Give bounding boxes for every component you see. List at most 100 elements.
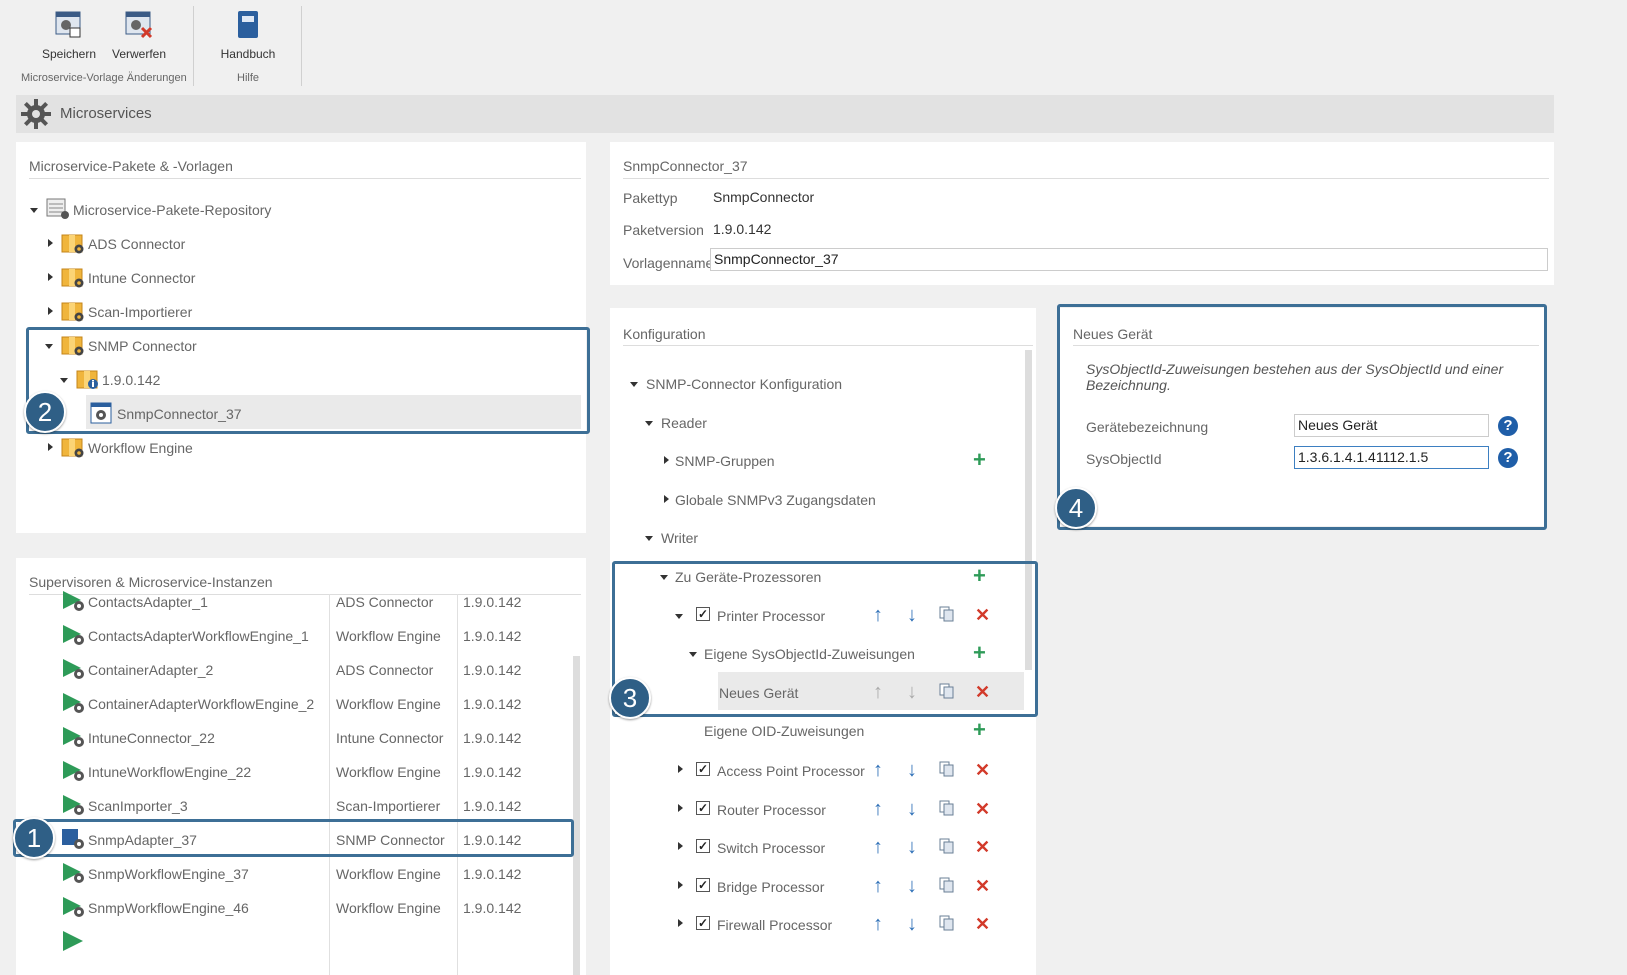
- expand-arrow[interactable]: [664, 456, 669, 464]
- move-down-button[interactable]: ↓: [907, 760, 917, 780]
- move-down-button[interactable]: ↓: [907, 799, 917, 819]
- config-own-oid[interactable]: Eigene OID-Zuweisungen: [704, 723, 864, 739]
- instance-name: IntuneWorkflowEngine_22: [88, 764, 252, 780]
- processor-label[interactable]: Access Point Processor: [717, 763, 865, 779]
- manual-button[interactable]: Handbuch: [218, 10, 278, 61]
- move-up-button[interactable]: ↑: [873, 760, 883, 780]
- expand-arrow[interactable]: [664, 495, 669, 503]
- add-snmp-group-button[interactable]: +: [973, 449, 986, 471]
- instance-type: Scan-Importierer: [336, 798, 441, 814]
- expand-arrow[interactable]: [630, 382, 638, 387]
- tree-item-workflow[interactable]: Workflow Engine: [88, 440, 193, 456]
- discard-icon: [125, 11, 153, 39]
- copy-icon[interactable]: [939, 800, 955, 816]
- package-version-label: Paketversion: [623, 222, 704, 238]
- group-label-help: Hilfe: [237, 72, 260, 84]
- scrollbar-track[interactable]: [573, 656, 580, 975]
- processor-label[interactable]: Switch Processor: [717, 840, 825, 856]
- instances-panel: Supervisoren & Microservice-Instanzen Co…: [16, 558, 586, 975]
- config-global-v3[interactable]: Globale SNMPv3 Zugangsdaten: [675, 492, 876, 508]
- packages-title: Microservice-Pakete & -Vorlagen: [29, 158, 233, 174]
- copy-icon[interactable]: [939, 915, 955, 931]
- table-row[interactable]: ContactsAdapterWorkflowEngine_1 Workflow …: [16, 619, 571, 653]
- instance-version: 1.9.0.142: [463, 696, 522, 712]
- move-down-button[interactable]: ↓: [907, 914, 917, 934]
- instance-name: ContainerAdapterWorkflowEngine_2: [88, 696, 315, 712]
- divider: [623, 345, 1033, 346]
- expand-arrow[interactable]: [678, 803, 683, 812]
- expand-arrow[interactable]: [678, 880, 683, 889]
- table-row[interactable]: ContainerAdapterWorkflowEngine_2 Workflow…: [16, 687, 571, 721]
- delete-button[interactable]: ✕: [975, 915, 990, 933]
- processor-label[interactable]: Bridge Processor: [717, 879, 824, 895]
- expand-arrow[interactable]: [30, 208, 38, 213]
- template-name-input[interactable]: SnmpConnector_37: [710, 248, 1548, 271]
- table-row[interactable]: ContactsAdapter_1 ADS Connector 1.9.0.142: [16, 585, 571, 619]
- instance-version: 1.9.0.142: [463, 594, 522, 610]
- expand-arrow[interactable]: [645, 536, 653, 541]
- instance-type: Intune Connector: [336, 730, 444, 746]
- tree-item-intune[interactable]: Intune Connector: [88, 270, 195, 286]
- instance-type: ADS Connector: [336, 662, 434, 678]
- processor-row[interactable]: ✓ Access Point Processor ↑ ↓ ✕: [610, 760, 1024, 798]
- instance-type: Workflow Engine: [336, 866, 441, 882]
- table-row[interactable]: SnmpWorkflowEngine_37 Workflow Engine 1.9.…: [16, 857, 571, 891]
- expand-arrow[interactable]: [48, 273, 53, 281]
- processor-label[interactable]: Firewall Processor: [717, 917, 832, 933]
- expand-arrow[interactable]: [678, 919, 683, 928]
- expand-arrow[interactable]: [678, 765, 683, 773]
- expand-arrow[interactable]: [48, 443, 53, 451]
- package-icon: [61, 268, 84, 288]
- config-snmp-groups[interactable]: SNMP-Gruppen: [675, 453, 775, 469]
- processor-checkbox[interactable]: ✓: [696, 800, 710, 815]
- callout-badge-2: 2: [24, 391, 66, 433]
- config-root[interactable]: SNMP-Connector Konfiguration: [646, 376, 842, 392]
- table-row[interactable]: ScanImporter_3 Scan-Importierer 1.9.0.142: [16, 789, 571, 823]
- copy-icon[interactable]: [939, 838, 955, 854]
- processor-row[interactable]: ✓ Switch Processor ↑ ↓ ✕: [610, 837, 1024, 875]
- move-up-button[interactable]: ↑: [873, 837, 883, 857]
- processor-row[interactable]: ✓ Bridge Processor ↑ ↓ ✕: [610, 876, 1024, 914]
- divider: [623, 178, 1549, 179]
- config-writer[interactable]: Writer: [661, 530, 698, 546]
- processor-row[interactable]: ✓ Router Processor ↑ ↓ ✕: [610, 799, 1024, 837]
- copy-icon[interactable]: [939, 761, 955, 777]
- config-reader[interactable]: Reader: [661, 415, 707, 431]
- move-up-button[interactable]: ↑: [873, 799, 883, 819]
- instance-version: 1.9.0.142: [463, 628, 522, 644]
- delete-button[interactable]: ✕: [975, 838, 990, 856]
- move-down-button[interactable]: ↓: [907, 876, 917, 896]
- processor-checkbox[interactable]: ✓: [696, 839, 710, 854]
- expand-arrow[interactable]: [48, 239, 53, 247]
- expand-arrow[interactable]: [48, 307, 53, 315]
- table-row[interactable]: IntuneWorkflowEngine_22 Workflow Engine 1.…: [16, 755, 571, 789]
- processor-checkbox[interactable]: ✓: [696, 762, 710, 776]
- move-down-button[interactable]: ↓: [907, 837, 917, 857]
- tree-item-scan[interactable]: Scan-Importierer: [88, 304, 192, 320]
- table-row[interactable]: ContainerAdapter_2 ADS Connector 1.9.0.142: [16, 653, 571, 687]
- move-up-button[interactable]: ↑: [873, 876, 883, 896]
- save-button[interactable]: Speichern: [40, 10, 98, 61]
- delete-button[interactable]: ✕: [975, 761, 990, 779]
- delete-button[interactable]: ✕: [975, 800, 990, 818]
- processor-row[interactable]: ✓ Firewall Processor ↑ ↓ ✕: [610, 914, 1024, 952]
- tree-item-ads[interactable]: ADS Connector: [88, 236, 185, 252]
- discard-button[interactable]: Verwerfen: [110, 10, 168, 61]
- instance-icon: [63, 591, 84, 611]
- processor-checkbox[interactable]: ✓: [696, 877, 710, 892]
- expand-arrow[interactable]: [678, 842, 683, 851]
- table-row[interactable]: SnmpWorkflowEngine_46 Workflow Engine 1.9.…: [16, 891, 571, 925]
- processor-checkbox[interactable]: ✓: [696, 916, 710, 931]
- table-row[interactable]: IntuneConnector_22 Intune Connector 1.9.0.…: [16, 721, 571, 755]
- instance-version: 1.9.0.142: [463, 764, 522, 780]
- page-title: Microservices: [60, 105, 152, 122]
- expand-arrow[interactable]: [645, 421, 653, 426]
- instance-name: ContainerAdapter_2: [88, 662, 214, 678]
- processor-label[interactable]: Router Processor: [717, 802, 826, 818]
- copy-icon[interactable]: [939, 877, 955, 893]
- instance-name: SnmpWorkflowEngine_37: [88, 866, 249, 882]
- delete-button[interactable]: ✕: [975, 877, 990, 895]
- move-up-button[interactable]: ↑: [873, 914, 883, 934]
- add-oid-button[interactable]: +: [973, 719, 986, 741]
- tree-root-label[interactable]: Microservice-Pakete-Repository: [73, 202, 271, 218]
